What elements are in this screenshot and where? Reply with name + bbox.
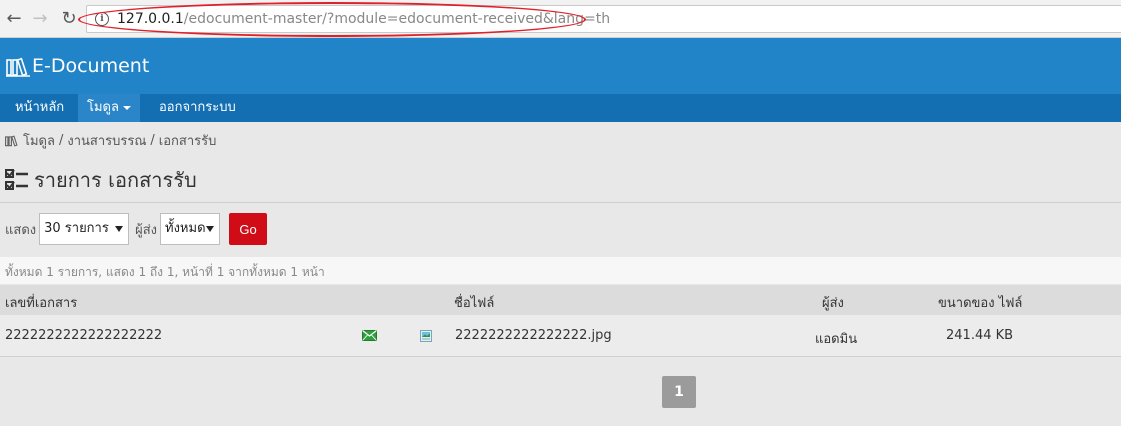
breadcrumb-module[interactable]: โมดูล (23, 130, 55, 151)
column-header-doc-no[interactable]: เลขที่เอกสาร (5, 292, 77, 313)
cell-doc-no[interactable]: 2222222222222222222 (5, 328, 162, 343)
caret-down-icon (115, 226, 124, 232)
go-button[interactable]: Go (229, 213, 268, 245)
column-header-file-size[interactable]: ขนาดของ ไฟล์ (938, 292, 1022, 313)
menu-item-logout[interactable]: ออกจากระบบ (150, 94, 245, 122)
menu-item-module[interactable]: โมดูล (78, 94, 140, 122)
table-row[interactable]: 2222222222222222222 2222222222222222.jpg… (0, 315, 1121, 357)
breadcrumb-separator: / (58, 133, 64, 148)
books-icon (5, 134, 18, 147)
cell-file-name[interactable]: 2222222222222222.jpg (455, 328, 612, 343)
browser-toolbar: ← → ↻ i 127.0.0.1/edocument-master/?modu… (0, 0, 1121, 38)
main-menu: หน้าหลัก โมดูล ออกจากระบบ (0, 94, 1121, 122)
summary-bar: ทั้งหมด 1 รายการ, แสดง 1 ถึง 1, หน้าที่ … (0, 257, 1121, 284)
rows-per-page-value: 30 รายการ (44, 221, 109, 236)
filter-bar: แสดง 30 รายการ ผู้ส่ง ทั้งหมด Go (5, 212, 268, 246)
image-file-icon[interactable] (420, 330, 432, 342)
forward-arrow-icon[interactable]: → (29, 7, 51, 29)
url-highlight-ellipse (78, 2, 586, 37)
sender-select-value: ทั้งหมด (165, 221, 206, 236)
show-label: แสดง (5, 222, 37, 238)
divider (0, 202, 1121, 203)
column-header-sender[interactable]: ผู้ส่ง (822, 292, 844, 313)
table-header: เลขที่เอกสาร ชื่อไฟล์ ผู้ส่ง ขนาดของ ไฟล… (0, 285, 1121, 315)
sender-select[interactable]: ทั้งหมด (160, 213, 221, 245)
menu-item-module-label: โมดูล (87, 100, 119, 115)
breadcrumb-section[interactable]: งานสารบรรณ (67, 130, 146, 151)
menu-item-home[interactable]: หน้าหลัก (6, 94, 73, 122)
back-arrow-icon[interactable]: ← (3, 7, 25, 29)
page-title: รายการ เอกสารรับ (5, 164, 197, 196)
cell-file-size: 241.44 KB (946, 328, 1014, 343)
breadcrumb: โมดูล / งานสารบรรณ / เอกสารรับ (5, 130, 216, 151)
breadcrumb-current: เอกสารรับ (158, 134, 217, 149)
result-summary: ทั้งหมด 1 รายการ, แสดง 1 ถึง 1, หน้าที่ … (5, 265, 325, 279)
checklist-icon (5, 169, 28, 190)
app-title[interactable]: E-Document (32, 55, 149, 77)
breadcrumb-separator: / (150, 133, 155, 148)
pagination-page-button[interactable]: 1 (662, 376, 696, 408)
sender-label: ผู้ส่ง (135, 222, 158, 238)
caret-down-icon (122, 105, 131, 110)
page-title-text: รายการ เอกสารรับ (34, 168, 197, 192)
books-logo-icon (6, 57, 30, 77)
envelope-icon[interactable] (362, 330, 377, 341)
column-header-file-name[interactable]: ชื่อไฟล์ (454, 292, 494, 313)
app-header: E-Document (0, 38, 1121, 94)
reload-icon[interactable]: ↻ (58, 7, 80, 29)
rows-per-page-select[interactable]: 30 รายการ (39, 213, 130, 245)
cell-sender: แอดมิน (815, 332, 858, 347)
caret-down-icon (206, 226, 215, 232)
